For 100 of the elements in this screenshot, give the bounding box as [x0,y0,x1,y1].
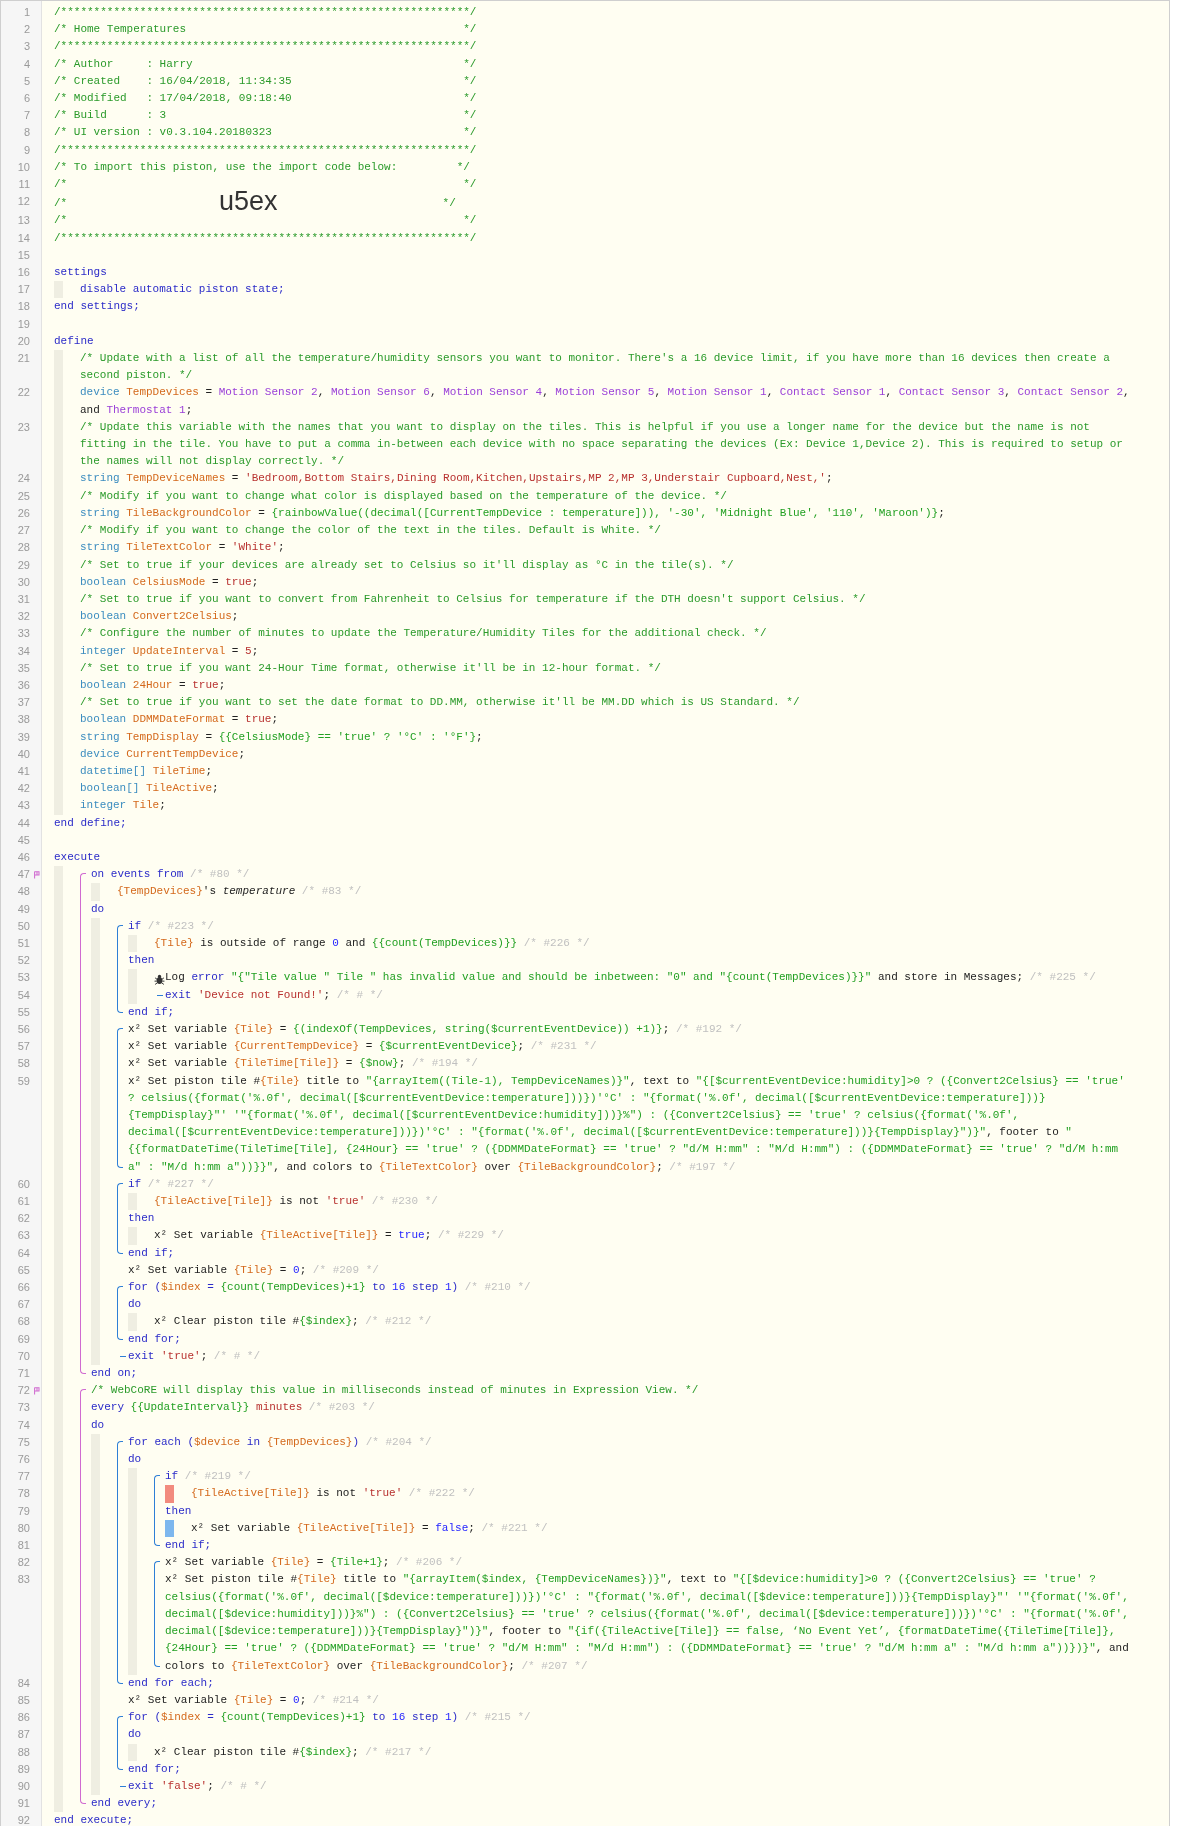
line-number: 58 [16,1056,30,1072]
line-number: 15 [16,247,30,263]
code-line: x² Clear piston tile #{$index}; /* #212 */ [154,1314,433,1330]
code-line: exit 'false'; /* # */ [128,1778,268,1794]
code-line: x² Set variable {TileTime[Tile]} = {$now}; /* #194 */ [128,1056,479,1072]
code-line: integer Tile; [80,798,167,814]
code-line: do [91,901,106,917]
code-line: string TempDisplay = {{CelsiusMode} == 'true' ? '°C' : '°F'}; [80,729,484,745]
line-number: 92 [16,1813,30,1826]
line-number: 29 [16,557,30,573]
code-line: /* WebCoRE will display this value in milliseconds instead of minutes in Expression View. */ [91,1383,700,1399]
line-number: 16 [16,265,30,281]
code-line: string TileBackgroundColor = {rainbowValue((decimal([CurrentTempDevice : temperature])), '-30', 'Midnight Blue', '110', 'Maroon')}; [80,505,946,521]
code-line: boolean[] TileActive; [80,781,220,797]
code-line: x² Set variable {TileActive[Tile]} = true; /* #229 */ [154,1228,505,1244]
line-number: 32 [16,609,30,625]
line-number: 1 [22,5,30,20]
line-number: 89 [16,1761,30,1777]
code-line: /* Update with a list of all the temperature/humidity sensors you want to monitor. There's a 16 device limit, if you have more than 16 devices then create a second piston. */ [80,351,1111,384]
line-number: 49 [16,901,30,917]
code-line: x² Set variable {TileActive[Tile]} = false; /* #221 */ [191,1520,549,1536]
line-number: 51 [16,935,30,951]
line-number: 48 [16,884,30,900]
line-number: 73 [16,1400,30,1416]
line-number: 37 [16,695,30,711]
code-line: /* Build : 3 */ [54,108,478,124]
code-line: /**************************************************************/ [54,39,478,55]
line-number: 78 [16,1486,30,1502]
code-line: {TempDevices}'s temperature /* #83 */ [117,884,363,900]
line-number: 14 [16,230,30,246]
code-line: /**************************************************************/ [54,230,478,246]
line-number: 19 [16,316,30,332]
code-line: execute [54,849,102,865]
line-number: 53 [16,970,30,986]
line-number: 11 [17,177,30,193]
line-number: 71 [16,1366,30,1382]
line-number: 31 [16,591,30,607]
line-number: 57 [16,1039,30,1055]
line-number: 82 [16,1555,30,1571]
code-line: {TileActive[Tile]} is not 'true' /* #222 */ [191,1486,476,1502]
line-number: 87 [16,1727,30,1743]
code-line: Log error "{"Tile value " Tile " has invalid value and should be inbetween: "0" and "{count(TempDevices)}}" and store in Messages; /* #225 */ [165,970,1097,986]
line-number: 24 [16,471,30,487]
code-line: for ($index = {count(TempDevices)+1} to 16 step 1) /* #210 */ [128,1280,532,1296]
code-line: on events from /* #80 */ [91,867,251,883]
line-number: 60 [16,1176,30,1192]
line-number: 68 [16,1314,30,1330]
line-number: 34 [16,643,30,659]
code-line: /* Set to true if you want to set the date format to DD.MM, otherwise it'll be MM.DD which is US Standard. */ [80,695,801,711]
code-line: {TileActive[Tile]} is not 'true' /* #230 */ [154,1194,439,1209]
line-number: 44 [16,815,30,831]
line-number: 17 [16,282,30,298]
line-number: 3 [22,39,30,55]
code-line: x² Set piston tile #{Tile} title to "{arrayItem($index, {TempDeviceNames})}", text to "{[$device:humidity]>0 ? ({Convert2Celsius} == 'true' ? celsius({format('%.0f', decimal([$device:temperature]))})'°C' : "{format('%.0f', decimal([$device:temperature]))}{TempDisplay}"' '"{format('%.0f', decimal([$device:humidity]))}%") : ({Convert2Celsius} == 'true' ? celsius({format('%.0f', decimal([$device:temperature]))})'°C' : "{format('%.0f', decimal([$device:temperature]))}{TempDisplay}")}", footer to "{if({TileActive[Tile]} == false, ‘No Event Yet’, {formatDateTime({TileTime[Tile]}, {24Hour} == 'true' ? ({DDMMDateFormat} == 'true' ? "d/M H:mm" : "M/d H:mm") : ({DDMMDateFormat} == 'true' ? "d/M h:mm a" : "M/d h:mm a"))})}", and colors to {TileTextColor} over {TileBackgroundColor}; /* #207 */ [165,1572,1130,1674]
line-number: 12 [16,194,30,210]
line-number: 88 [16,1744,30,1760]
code-line: /* Author : Harry */ [54,56,478,72]
line-number: 28 [16,540,30,556]
code-line: x² Clear piston tile #{$index}; /* #217 */ [154,1744,433,1760]
code-line: boolean CelsiusMode = true; [80,574,260,590]
code-line: /* Modified : 17/04/2018, 09:18:40 */ [54,91,478,106]
code-line: string TempDeviceNames = 'Bedroom,Bottom Stairs,Dining Room,Kitchen,Upstairs,MP 2,MP 3,Understair Cupboard,Nest,'; [80,471,834,487]
code-line: then [128,1211,156,1227]
line-number: 42 [16,781,30,797]
code-line: /* Update this variable with the names that you want to display on the tiles. This is helpful if you use a longer name for the device but the name is not fitting in the tile. You have to put a comma in-between each device with no space separating the devices (Ex: Device 1,Device 2). This is required to setup or the names will not display correctly. */ [80,419,1124,470]
code-line: /**************************************************************/ [54,142,478,158]
code-line: end if; [128,1004,176,1020]
line-number: 38 [16,712,30,728]
code-line: /* Set to true if your devices are already set to Celsius so it'll display as °C in the tile(s). */ [80,557,735,573]
line-number: 13 [16,213,30,229]
code-line: {Tile} is outside of range 0 and {{count(TempDevices)}} /* #226 */ [154,935,591,951]
line-number: 6 [22,91,30,106]
code-line: end for each; [128,1675,215,1691]
code-line: x² Set variable {Tile} = {(indexOf(TempDevices, string($currentEventDevice)) +1)}; /* #192 */ [128,1022,743,1037]
code-line: for ($index = {count(TempDevices)+1} to 16 step 1) /* #215 */ [128,1710,532,1726]
line-number: 69 [16,1331,30,1347]
code-line: boolean 24Hour = true; [80,677,227,693]
code-line: x² Set variable {CurrentTempDevice} = {$currentEventDevice}; /* #231 */ [128,1039,598,1055]
line-number: 26 [16,505,30,521]
code-line: end define; [54,815,128,831]
line-number: 18 [16,299,30,315]
code-line: end if; [128,1245,176,1261]
line-number: 54 [16,987,30,1003]
code-line: boolean Convert2Celsius; [80,609,240,625]
line-number: 45 [16,832,30,848]
code-line: if /* #219 */ [165,1469,252,1485]
line-number: 10 [16,159,30,175]
statement-dash [157,994,163,996]
code-line: /* Set to true if you want to convert from Fahrenheit to Celsius for temperature if the DTH doesn't support Celsius. */ [80,591,867,607]
code-line: end settings; [54,299,141,315]
code-line: /* Configure the number of minutes to update the Temperature/Humidity Tiles for the additional check. */ [80,626,768,642]
code-line: /* */ [54,177,478,191]
line-number: 9 [22,142,30,158]
line-number: 40 [16,746,30,762]
bug-icon [154,974,165,986]
line-number: 50 [16,918,30,934]
code-line: /* Modify if you want to change the color of the text in the tiles. Default is White. */ [80,523,662,539]
code-line: x² Set piston tile #{Tile} title to "{arrayItem((Tile-1), TempDeviceNames)}", text to "{[$currentEventDevice:humidity]>0 ? ({Convert2Celsius} == 'true' ? celsius({format('%.0f', decimal([$currentEventDevice:temperature]))})'°C' : "{format('%.0f', decimal([$currentEventDevice:temperature]))}{TempDisplay}"' '"{format('%.0f', decimal([$currentEventDevice:humidity]))}%") : ({Convert2Celsius} == 'true' ? celsius({format('%.0f', decimal([$currentEventDevice:temperature]))})'°C' : "{format('%.0f', decimal([$currentEventDevice:temperature]))}{TempDisplay}")}", footer to "{{formatDateTime(TileTime[Tile], {24Hour} == 'true' ? ({DDMMDateFormat} == 'true' ? "d/M H:mm" : "M/d H:mm") : ({DDMMDateFormat} == 'true' ? "d/M h:mm a" : "M/d h:mm a"))}}", and colors to {TileTextColor} over {TileBackgroundColor}; /* #197 */ [128,1073,1126,1175]
code-line: exit 'true'; /* # */ [128,1348,262,1364]
code-line: end if; [165,1538,213,1554]
